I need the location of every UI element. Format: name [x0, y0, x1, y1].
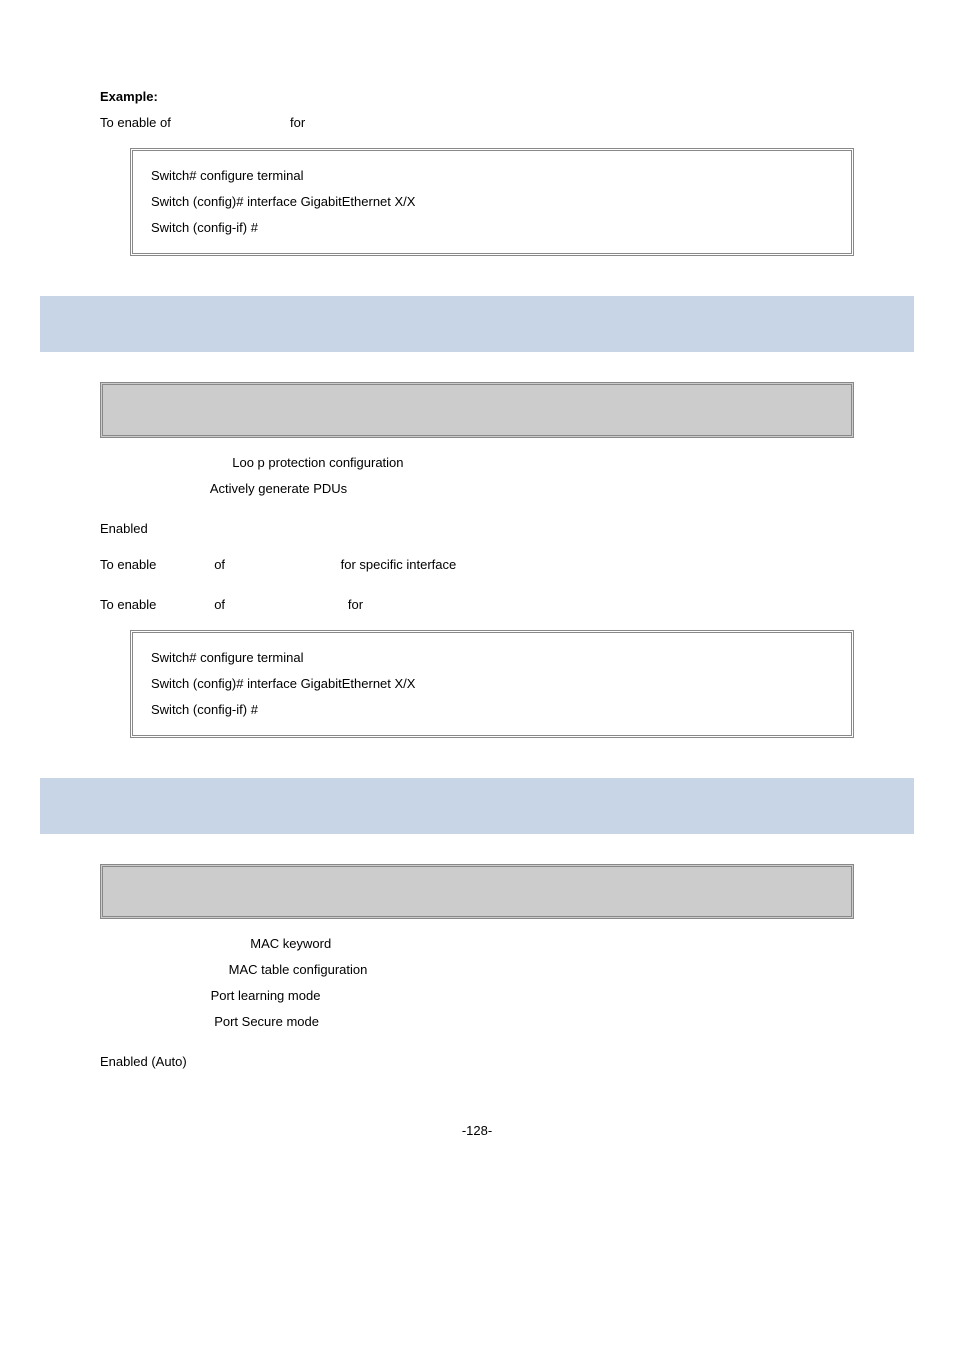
code-line: Switch (config-if) # loop-protect tx-mod…	[151, 697, 833, 723]
description-header-1: Description:	[100, 382, 854, 437]
description-body-1: loop-protect Loo p protection configurat…	[100, 450, 854, 502]
desc: Actively generate PDUs	[207, 481, 347, 496]
code-line: Switch (config)# interface GigabitEthern…	[151, 189, 833, 215]
t: To enable	[100, 115, 156, 130]
code-box-1: Switch# configure terminal Switch (confi…	[130, 148, 854, 256]
section-header-2: 4.2.66 loop-protect tx-mode	[40, 778, 914, 834]
desc: MAC keyword	[247, 936, 332, 951]
section-header-1: 4.2.65 loop-protect tx-mode	[40, 296, 914, 352]
description-body-2: mac MAC keyword address-table MAC table …	[100, 931, 854, 1035]
usage-text-1: To enable transmit mode of Loop protecti…	[100, 556, 854, 574]
t: of	[160, 115, 171, 130]
default-value-1: Enabled	[100, 520, 854, 538]
default-value-2: Enabled (Auto)	[100, 1053, 854, 1071]
example-heading-1: Example:	[100, 88, 854, 106]
desc: Port Secure mode	[211, 1014, 319, 1029]
desc: Loo p protection configuration	[229, 455, 404, 470]
example2-intro: To enable transmit mode of Loop protecti…	[100, 596, 854, 614]
t: for	[286, 115, 305, 130]
code-line: Switch (config)# interface GigabitEthern…	[151, 671, 833, 697]
code-line: Switch (config-if) # loop-protect tx-mod…	[151, 215, 833, 241]
code-line: Switch# configure terminal	[151, 645, 833, 671]
description-header-2: Description:	[100, 864, 854, 919]
desc: Port learning mode	[207, 988, 320, 1003]
example1-intro: To enabletransmit mode of Loop protectio…	[100, 114, 854, 132]
page-number: -128-	[100, 1122, 854, 1140]
code-box-2: Switch# configure terminal Switch (confi…	[130, 630, 854, 738]
code-line: Switch# configure terminal	[151, 163, 833, 189]
desc: MAC table configuration	[225, 962, 367, 977]
